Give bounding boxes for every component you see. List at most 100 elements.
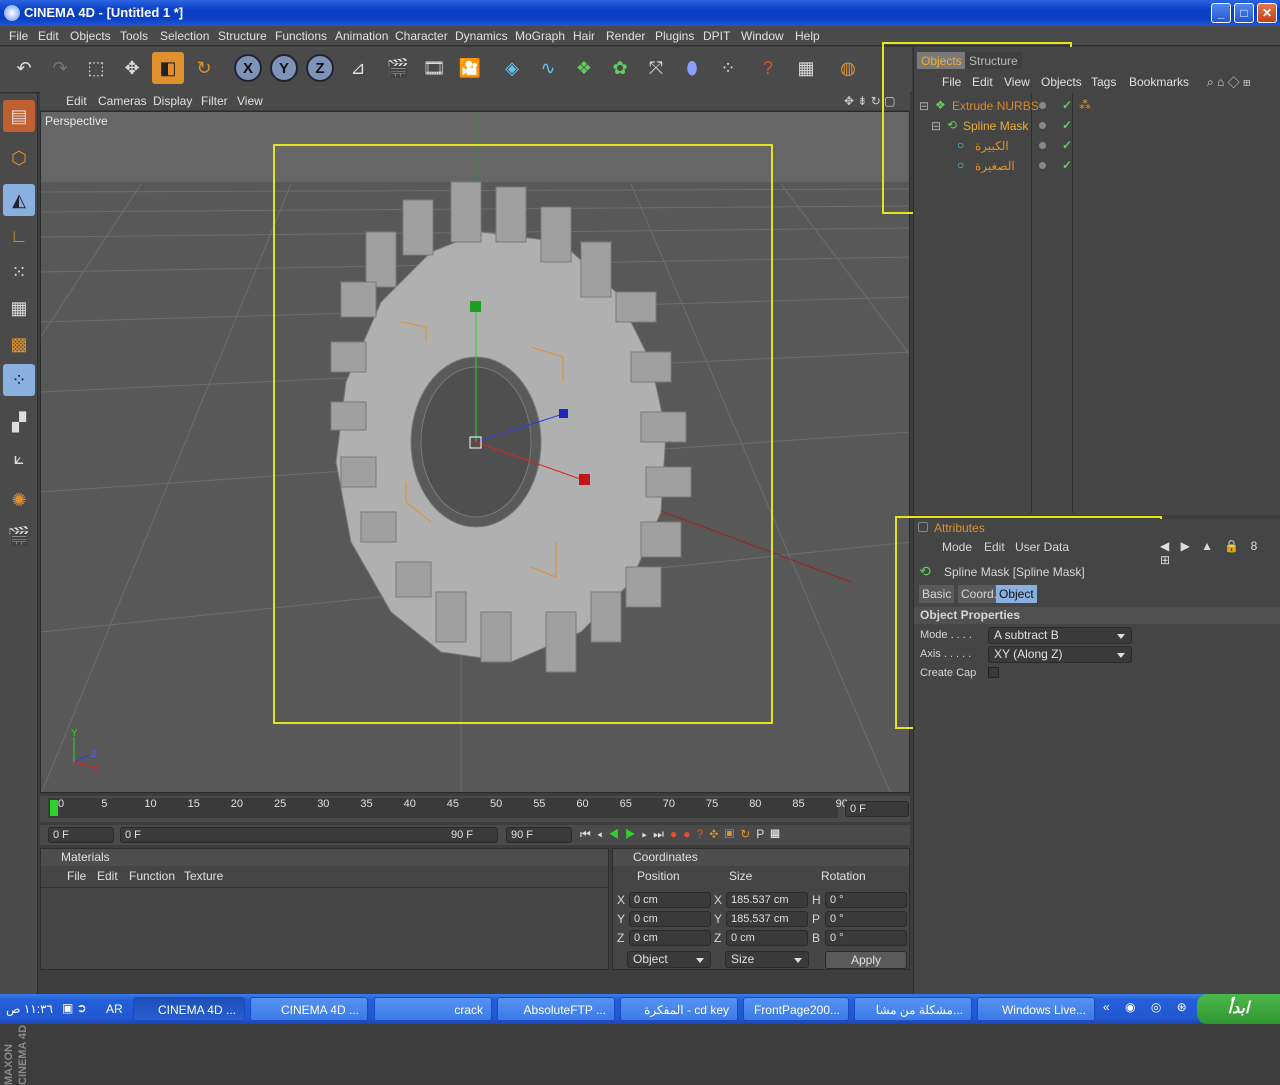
editor-visibility-dot[interactable] bbox=[1039, 142, 1046, 149]
workplane-icon[interactable]: ⟀ bbox=[3, 442, 35, 474]
edges-mode-icon[interactable]: ▦ bbox=[3, 292, 35, 324]
object-row-extrude-nurbs[interactable]: ⊟ ❖ Extrude NURBS ✓ ⁂ bbox=[917, 96, 1277, 116]
menu-file[interactable]: File bbox=[9, 29, 28, 43]
position-z-field[interactable]: 0 cm bbox=[629, 930, 711, 946]
om-menu-tags[interactable]: Tags bbox=[1091, 75, 1116, 89]
attr-tab-coord[interactable]: Coord. bbox=[958, 585, 1001, 603]
live-selection-icon[interactable]: ⬚ bbox=[80, 52, 112, 84]
coordinate-system-icon[interactable]: ⊿ bbox=[342, 52, 374, 84]
task-windows-live[interactable]: Windows Live... bbox=[977, 997, 1095, 1021]
viewport-menu-filter[interactable]: Filter bbox=[201, 94, 228, 108]
size-z-field[interactable]: 0 cm bbox=[726, 930, 808, 946]
animation-mode-icon[interactable]: ⁘ bbox=[3, 364, 35, 396]
enabled-check-icon[interactable]: ✓ bbox=[1062, 158, 1072, 172]
enabled-check-icon[interactable]: ✓ bbox=[1062, 98, 1072, 112]
array-icon[interactable]: ✿ bbox=[604, 52, 636, 84]
object-name[interactable]: Extrude NURBS bbox=[952, 99, 1039, 113]
rotate-tool-icon[interactable]: ↻ bbox=[188, 52, 220, 84]
record-icon[interactable]: ● bbox=[670, 827, 683, 841]
menu-plugins[interactable]: Plugins bbox=[655, 29, 694, 43]
polygons-mode-icon[interactable]: ▩ bbox=[3, 328, 35, 360]
redo-icon[interactable]: ↷ bbox=[44, 52, 76, 84]
object-name[interactable]: الصغيرة bbox=[975, 159, 1015, 173]
rotation-h-field[interactable]: 0 ° bbox=[825, 892, 907, 908]
sculpt-icon[interactable]: ✺ bbox=[3, 484, 35, 516]
menu-tools[interactable]: Tools bbox=[120, 29, 148, 43]
clock[interactable]: ١١:٣٦ ص bbox=[6, 1002, 53, 1016]
autokey-icon[interactable]: ● bbox=[683, 827, 696, 841]
mode-select[interactable]: A subtract B bbox=[988, 627, 1132, 644]
param-key-icon[interactable]: P bbox=[756, 827, 770, 841]
goto-start-icon[interactable]: ⏮ bbox=[580, 827, 597, 841]
frame-ruler[interactable]: 0 5 10 15 20 25 30 35 40 45 50 55 60 65 70 75 80 85 90 bbox=[48, 798, 848, 818]
undo-icon[interactable]: ↶ bbox=[8, 52, 40, 84]
attr-menu-edit[interactable]: Edit bbox=[984, 540, 1005, 554]
menu-edit[interactable]: Edit bbox=[38, 29, 59, 43]
texture-checker-icon[interactable]: ▞ bbox=[3, 406, 35, 438]
render-settings-icon[interactable]: 🎬 bbox=[3, 520, 35, 552]
y-axis-lock-icon[interactable]: Y bbox=[270, 54, 298, 82]
viewport-menu-display[interactable]: Display bbox=[153, 94, 192, 108]
material-area[interactable] bbox=[41, 887, 608, 969]
tray-icons[interactable]: ▣ ➲ bbox=[62, 1001, 87, 1015]
object-name[interactable]: Spline Mask bbox=[963, 119, 1028, 133]
play-backward-icon[interactable]: ◀ bbox=[608, 827, 625, 841]
task-crack[interactable]: crack bbox=[374, 997, 492, 1021]
axis-select[interactable]: XY (Along Z) bbox=[988, 646, 1132, 663]
coordinate-mode-select[interactable]: Object bbox=[627, 951, 711, 968]
object-row-big-circle[interactable]: ○ الكبيرة ✓ bbox=[917, 136, 1277, 156]
menu-selection[interactable]: Selection bbox=[160, 29, 209, 43]
menu-hair[interactable]: Hair bbox=[573, 29, 595, 43]
viewport-menu-view[interactable]: View bbox=[237, 94, 263, 108]
web-browser-icon[interactable]: ◍ bbox=[832, 52, 864, 84]
tab-objects[interactable]: Objects bbox=[917, 52, 966, 69]
position-key-icon[interactable]: ✥ bbox=[709, 827, 724, 841]
materials-menu-function[interactable]: Function bbox=[129, 869, 175, 883]
tab-structure[interactable]: Structure bbox=[965, 52, 1022, 69]
close-button[interactable]: ✕ bbox=[1257, 3, 1277, 23]
om-menu-objects[interactable]: Objects bbox=[1041, 75, 1082, 89]
object-name[interactable]: الكبيرة bbox=[975, 139, 1009, 153]
menu-render[interactable]: Render bbox=[606, 29, 645, 43]
size-x-field[interactable]: 185.537 cm bbox=[726, 892, 808, 908]
help-cursor-icon[interactable]: ? bbox=[752, 52, 784, 84]
task-cinema4d-1[interactable]: CINEMA 4D ... bbox=[133, 997, 245, 1021]
model-mode-icon[interactable]: ◭ bbox=[3, 184, 35, 216]
task-cinema4d-2[interactable]: CINEMA 4D ... bbox=[250, 997, 368, 1021]
menu-dpit[interactable]: DPIT bbox=[703, 29, 730, 43]
attr-menu-user-data[interactable]: User Data bbox=[1015, 540, 1069, 554]
attr-tab-basic[interactable]: Basic bbox=[919, 585, 955, 603]
apply-button[interactable]: Apply bbox=[825, 951, 907, 969]
size-mode-select[interactable]: Size bbox=[725, 951, 809, 968]
x-axis-lock-icon[interactable]: X bbox=[234, 54, 262, 82]
scale-key-icon[interactable]: ▣ bbox=[725, 827, 741, 841]
keyframe-selection-icon[interactable]: ? bbox=[696, 827, 709, 841]
cube-primitive-icon[interactable]: ◈ bbox=[496, 52, 528, 84]
maximize-button[interactable]: □ bbox=[1234, 3, 1254, 23]
om-menu-view[interactable]: View bbox=[1004, 75, 1030, 89]
timeline-icon[interactable]: ▦ bbox=[790, 52, 822, 84]
menu-animation[interactable]: Animation bbox=[335, 29, 388, 43]
points-mode-icon[interactable]: ⁙ bbox=[3, 256, 35, 288]
menu-objects[interactable]: Objects bbox=[70, 29, 111, 43]
attr-tab-object[interactable]: Object bbox=[996, 585, 1037, 603]
size-y-field[interactable]: 185.537 cm bbox=[726, 911, 808, 927]
collapse-icon[interactable]: ⊟ bbox=[919, 99, 929, 113]
menu-structure[interactable]: Structure bbox=[218, 29, 267, 43]
om-search-icon[interactable]: ⌕ ⌂ ◇ ⊞ bbox=[1207, 75, 1251, 90]
menu-help[interactable]: Help bbox=[795, 29, 820, 43]
om-menu-file[interactable]: File bbox=[942, 75, 961, 89]
task-frontpage[interactable]: FrontPage200... bbox=[743, 997, 849, 1021]
menu-window[interactable]: Window bbox=[741, 29, 784, 43]
object-row-spline-mask[interactable]: ⊟ ⟲ Spline Mask ✓ bbox=[917, 116, 1277, 136]
start-frame-field[interactable]: 0 F bbox=[48, 827, 114, 843]
materials-menu-texture[interactable]: Texture bbox=[184, 869, 223, 883]
task-notepad[interactable]: المفكرة - cd key bbox=[620, 997, 738, 1021]
render-region-icon[interactable]: 🎞 bbox=[418, 52, 450, 84]
position-y-field[interactable]: 0 cm bbox=[629, 911, 711, 927]
playback-controls[interactable]: ⏮◂◀▶▸⏭●●?✥▣↻P▦ bbox=[580, 827, 880, 843]
phong-tag-icon[interactable]: ⁂ bbox=[1079, 98, 1091, 112]
menu-character[interactable]: Character bbox=[395, 29, 448, 43]
materials-menu-edit[interactable]: Edit bbox=[97, 869, 118, 883]
enabled-check-icon[interactable]: ✓ bbox=[1062, 118, 1072, 132]
